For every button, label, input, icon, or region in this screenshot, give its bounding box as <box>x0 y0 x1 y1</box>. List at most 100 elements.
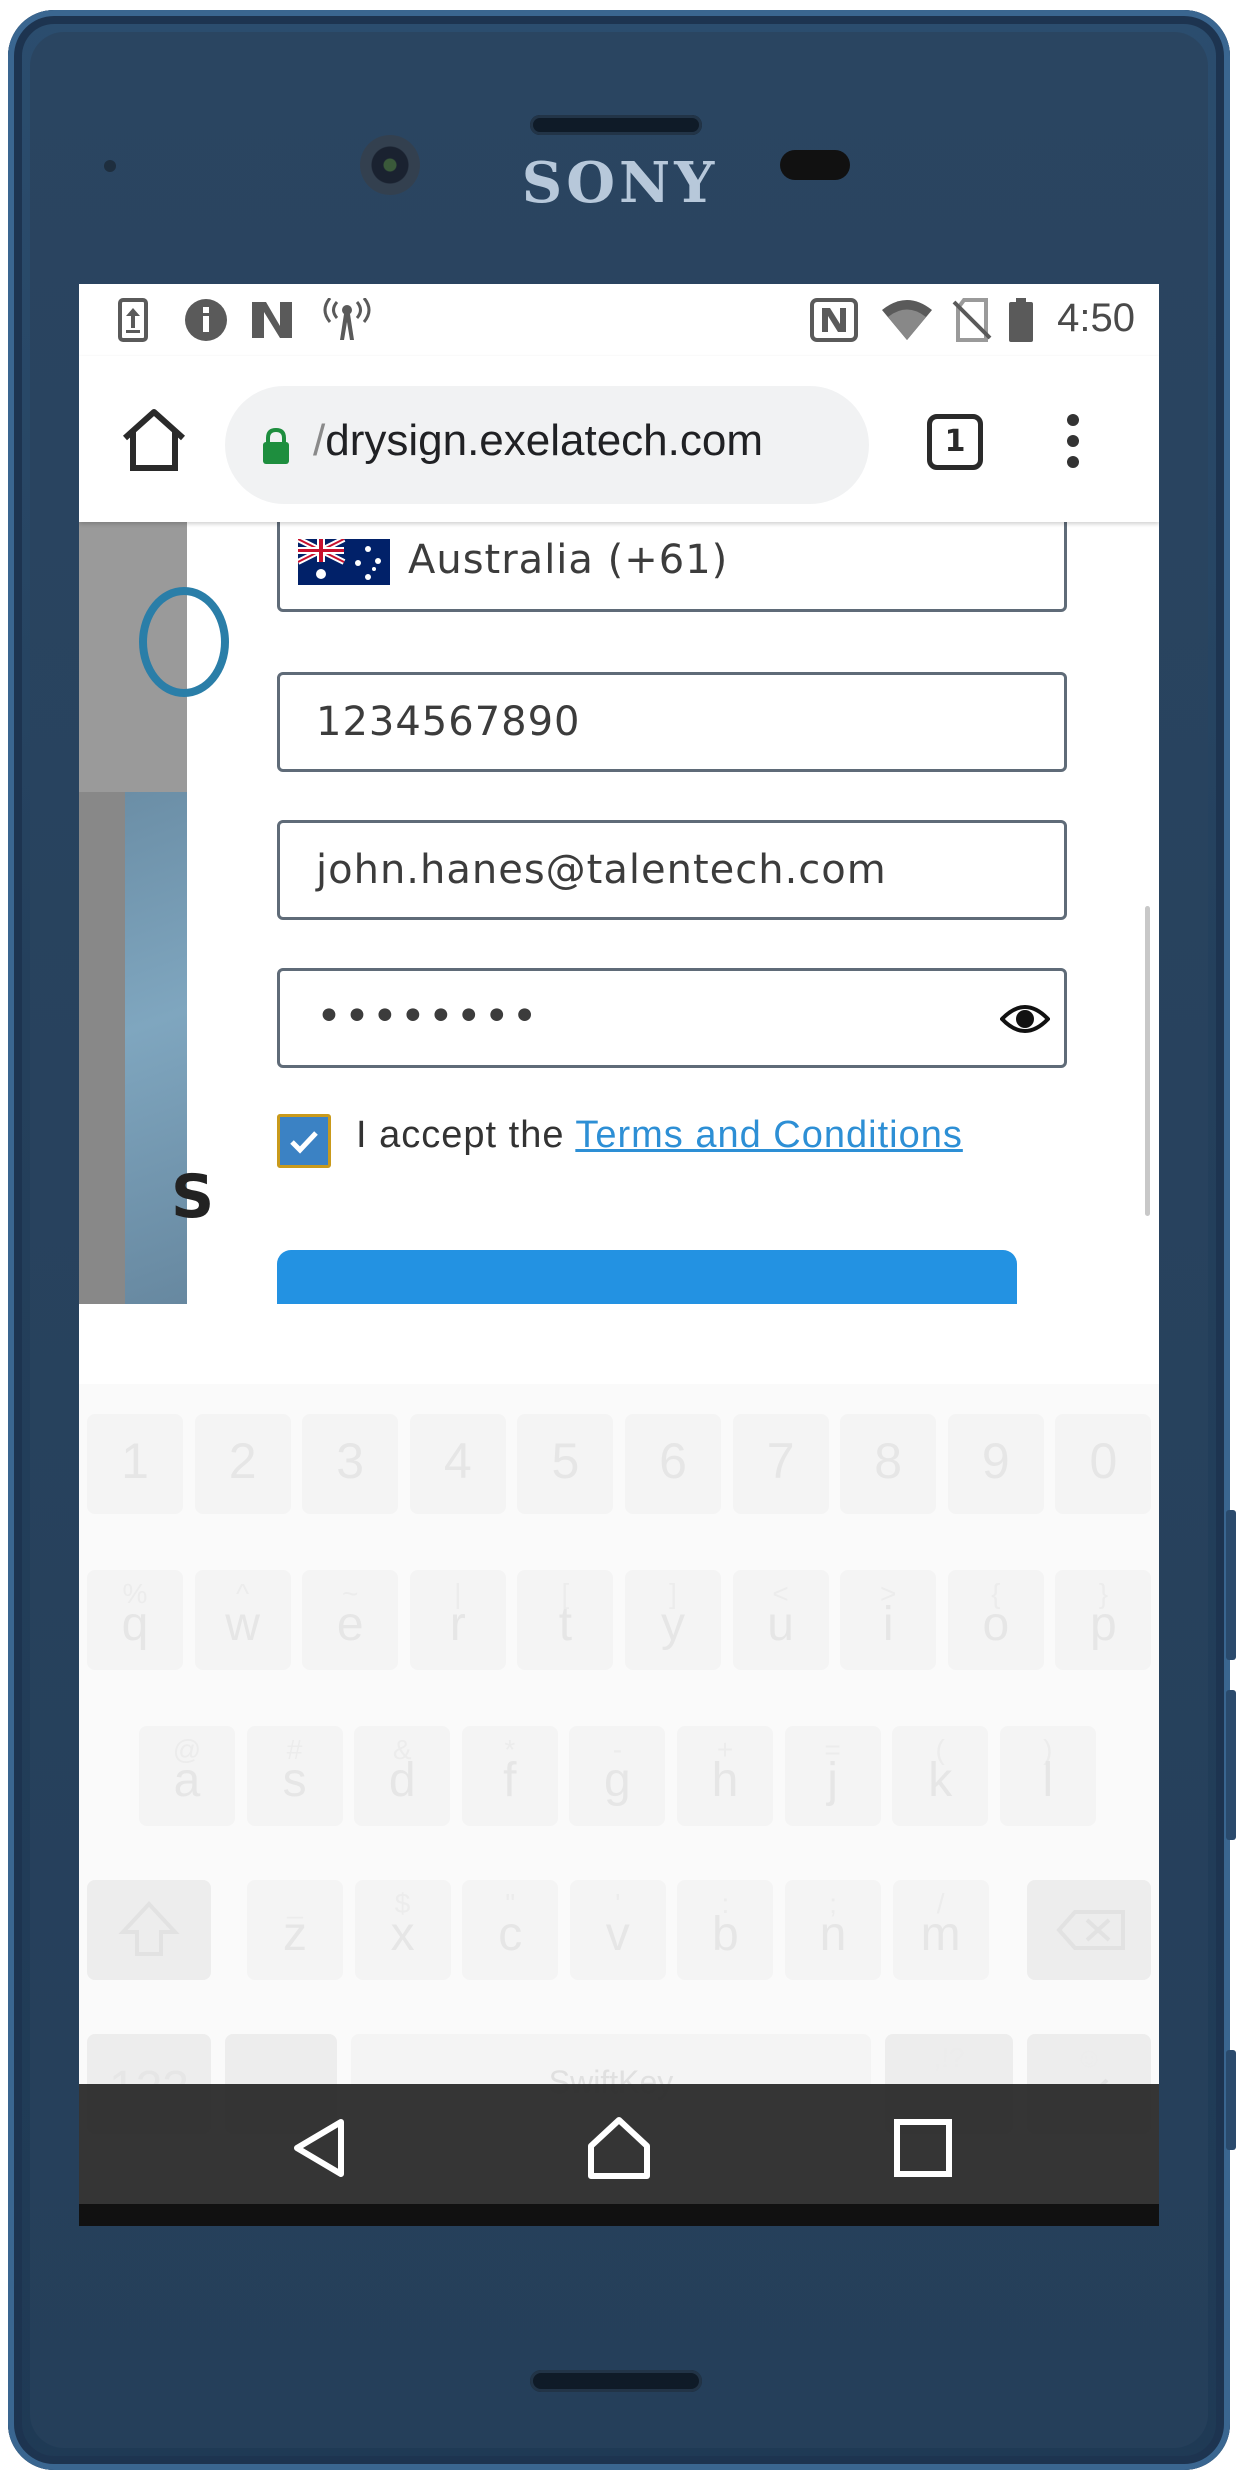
backspace-icon <box>1056 1910 1125 1950</box>
submit-button[interactable] <box>277 1250 1017 1304</box>
key-c[interactable]: " c <box>462 1880 559 1980</box>
key-m[interactable]: / m <box>892 1880 989 1980</box>
key-g-label: g <box>604 1754 631 1807</box>
password-value: •••••••• <box>316 991 540 1042</box>
power-button <box>1226 1690 1236 1840</box>
shift-key[interactable] <box>87 1880 211 1980</box>
home-nav-icon[interactable] <box>587 2116 651 2180</box>
key-z-label: z <box>283 1908 307 1961</box>
overflow-menu-icon[interactable] <box>1063 414 1083 474</box>
camera-button <box>1226 2050 1236 2150</box>
background-glyph: S <box>171 1162 215 1232</box>
show-password-icon[interactable] <box>1000 999 1050 1039</box>
key-s[interactable]: # s <box>246 1726 343 1826</box>
key-3-label: 3 <box>336 1433 365 1489</box>
key-4[interactable]: 4 <box>409 1414 506 1514</box>
key-x[interactable]: $ x <box>354 1880 451 1980</box>
key-1[interactable]: 1 <box>87 1414 183 1514</box>
key-h[interactable]: + h <box>677 1726 773 1826</box>
scrollbar[interactable] <box>1145 906 1150 1216</box>
home-icon[interactable] <box>119 408 189 472</box>
key-5[interactable]: 5 <box>517 1414 614 1514</box>
key-6[interactable]: 6 <box>625 1414 721 1514</box>
key-j[interactable]: = j <box>784 1726 881 1826</box>
hotspot-icon <box>321 298 373 342</box>
key-w-label: w <box>225 1598 260 1651</box>
key-a[interactable]: @ a <box>139 1726 235 1826</box>
front-camera <box>360 135 420 195</box>
email-field[interactable]: john.hanes@talentech.com <box>277 820 1067 920</box>
key-2-label: 2 <box>228 1433 257 1489</box>
phone-field[interactable]: 1234567890 <box>277 672 1067 772</box>
key-b[interactable]: :b <box>677 1880 774 1980</box>
key-f[interactable]: * f <box>461 1726 558 1826</box>
front-sensor <box>104 160 116 172</box>
key-8[interactable]: 8 <box>840 1414 937 1514</box>
key-v[interactable]: ' v <box>569 1880 666 1980</box>
key-y[interactable]: ] y <box>625 1570 721 1670</box>
key-8-label: 8 <box>874 1433 903 1489</box>
key-o-label: o <box>982 1598 1010 1651</box>
key-w[interactable]: ^ w <box>194 1570 291 1670</box>
key-0[interactable]: 0 <box>1055 1414 1152 1514</box>
brand-logo: SONY <box>521 150 719 216</box>
key-e-label: e <box>336 1598 364 1651</box>
key-d[interactable]: & d <box>354 1726 451 1826</box>
keyboard: 1 2 3 4 5 6 7 8 9 0 % q ^ w ~ e | r[t] y < u > i{o} p @ a # s & d * f… <box>79 1384 1159 2204</box>
back-icon[interactable] <box>289 2116 353 2180</box>
wifi-icon <box>879 298 935 342</box>
terms-label: I accept the Terms and Conditions <box>356 1114 963 1157</box>
key-l[interactable]: ) l <box>999 1726 1096 1826</box>
key-g[interactable]: -g <box>569 1726 666 1826</box>
key-y-label: y <box>661 1598 685 1651</box>
key-l-label: l <box>1042 1754 1054 1807</box>
clock: 4:50 <box>1057 296 1135 340</box>
email-value: john.hanes@talentech.com <box>316 847 887 893</box>
info-icon <box>183 298 229 342</box>
terms-link[interactable]: Terms and Conditions <box>575 1114 963 1156</box>
phone-value: 1234567890 <box>316 699 581 745</box>
key-b-label: b <box>712 1908 739 1961</box>
proximity-sensor <box>780 150 850 180</box>
key-t[interactable]: [t <box>517 1570 614 1670</box>
key-n[interactable]: ; n <box>785 1880 881 1980</box>
key-0-label: 0 <box>1089 1433 1118 1489</box>
navigation-bar <box>79 2084 1159 2204</box>
password-field[interactable]: •••••••• <box>277 968 1067 1068</box>
key-o[interactable]: {o <box>947 1570 1044 1670</box>
country-value: Australia (+61) <box>408 537 729 583</box>
key-d-label: d <box>388 1754 416 1807</box>
key-q[interactable]: % q <box>87 1570 183 1670</box>
bottom-speaker <box>530 2370 702 2392</box>
address-bar[interactable]: /drysign.exelatech.com <box>225 386 869 504</box>
key-k[interactable]: (k <box>892 1726 989 1826</box>
recents-icon[interactable] <box>891 2116 955 2180</box>
key-e[interactable]: ~ e <box>302 1570 399 1670</box>
key-k-label: k <box>928 1754 953 1807</box>
country-select[interactable]: Australia (+61) <box>277 522 1067 612</box>
key-q-label: q <box>121 1598 149 1651</box>
key-3[interactable]: 3 <box>302 1414 399 1514</box>
key-i-label: i <box>882 1598 894 1651</box>
tab-switcher-button[interactable]: 1 <box>927 414 983 470</box>
backspace-key[interactable] <box>1027 1880 1151 1980</box>
lock-icon <box>261 427 291 464</box>
key-9[interactable]: 9 <box>947 1414 1044 1514</box>
key-s-label: s <box>282 1754 307 1807</box>
key-6-label: 6 <box>659 1433 687 1489</box>
key-u[interactable]: < u <box>732 1570 829 1670</box>
key-c-label: c <box>498 1908 523 1961</box>
key-z[interactable]: _ z <box>247 1880 343 1980</box>
upload-icon <box>115 298 151 342</box>
key-2[interactable]: 2 <box>194 1414 291 1514</box>
key-7[interactable]: 7 <box>732 1414 829 1514</box>
key-i[interactable]: > i <box>840 1570 937 1670</box>
key-j-label: j <box>827 1754 838 1807</box>
key-v-label: v <box>605 1908 630 1961</box>
key-p[interactable]: } p <box>1055 1570 1152 1670</box>
terms-checkbox[interactable] <box>277 1114 331 1168</box>
status-bar: 4:50 <box>79 284 1159 356</box>
key-9-label: 9 <box>981 1433 1010 1489</box>
key-f-label: f <box>503 1754 517 1807</box>
key-r[interactable]: | r <box>409 1570 506 1670</box>
